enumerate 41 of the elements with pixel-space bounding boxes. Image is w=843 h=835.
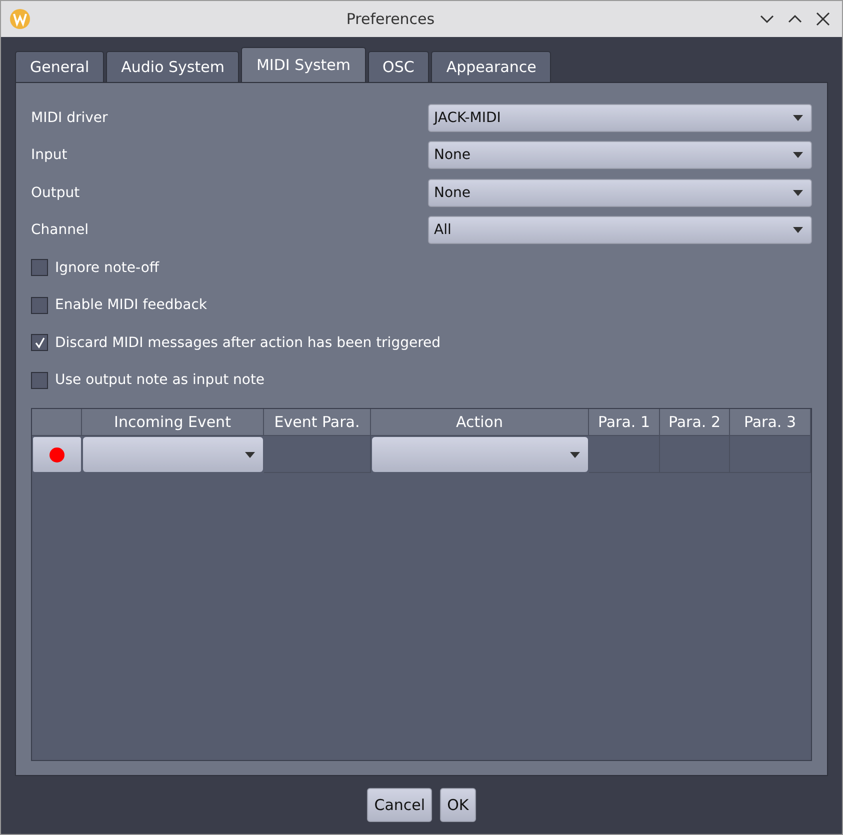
tab[interactable]: Appearance	[431, 51, 552, 82]
caret-icon	[793, 190, 803, 196]
column-header: Event Para.	[264, 409, 371, 436]
field-label: Input	[31, 147, 68, 164]
caret-icon	[793, 114, 803, 121]
field-label: Output	[31, 184, 81, 201]
column-header: Para. 1	[589, 409, 660, 436]
tab[interactable]: MIDI System	[241, 47, 366, 82]
window-title: Preferences	[345, 10, 436, 28]
caret-icon	[793, 227, 803, 234]
checkbox-label[interactable]: Enable MIDI feedback	[55, 297, 208, 314]
dropdown[interactable]: None	[428, 178, 812, 207]
logo-icon	[9, 8, 31, 30]
dialog-button[interactable]: OK	[440, 788, 476, 822]
field-label: Channel	[31, 222, 90, 238]
checkbox-label[interactable]: Ignore note-off	[55, 260, 160, 276]
column-header: Para. 2	[660, 409, 730, 436]
caret-icon	[570, 452, 580, 458]
checkbox[interactable]	[31, 372, 48, 389]
table-cell	[660, 436, 730, 473]
column-header: Action	[371, 409, 589, 436]
tab[interactable]: General	[15, 51, 104, 82]
dropdown[interactable]: JACK-MIDI	[428, 104, 812, 132]
tab[interactable]: Audio System	[106, 51, 240, 82]
header-corner-cell	[32, 409, 82, 436]
dropdown[interactable]: None	[428, 141, 812, 170]
checkbox[interactable]	[31, 296, 48, 314]
caret-icon	[793, 152, 803, 158]
dialog-button[interactable]: Cancel	[367, 788, 432, 822]
checkbox-label[interactable]: Discard MIDI messages after action has been triggered	[55, 334, 441, 351]
dropdown[interactable]: All	[428, 216, 812, 244]
record-button[interactable]	[33, 437, 81, 472]
checkbox-label[interactable]: Use output note as input note	[55, 372, 265, 388]
table-cell	[589, 436, 660, 473]
column-header: Para. 3	[730, 409, 811, 436]
checkbox[interactable]	[31, 334, 48, 352]
tab[interactable]: OSC	[368, 51, 430, 82]
column-header: Incoming Event	[82, 409, 264, 436]
field-label: MIDI driver	[31, 110, 109, 126]
caret-icon	[245, 452, 255, 458]
checkbox[interactable]	[31, 259, 48, 276]
